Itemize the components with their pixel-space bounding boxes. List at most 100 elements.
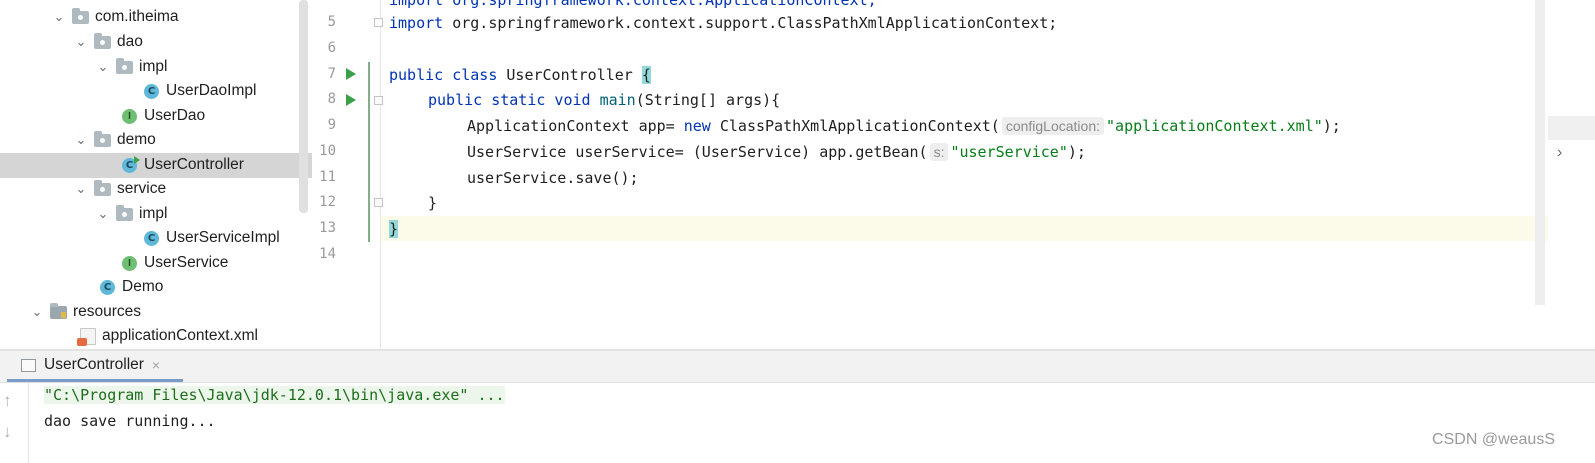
tree-item-label: applicationContext.xml: [102, 327, 258, 345]
keyword: public static void: [428, 91, 591, 109]
chevron-down-icon[interactable]: ⌄: [96, 206, 110, 222]
console-output-line: dao save running...: [44, 412, 216, 430]
line-number: 7: [327, 66, 336, 82]
matched-brace: }: [389, 220, 399, 238]
runnable-class-icon: C: [122, 155, 140, 173]
code-line-10: UserService userService= (UserService) a…: [467, 140, 1086, 164]
code-text: org.springframework.context.support.Clas…: [443, 14, 1058, 32]
arrow-up-icon[interactable]: ↑: [3, 391, 12, 411]
tree-item-label: UserController: [144, 156, 244, 174]
string-literal: "userService": [950, 143, 1068, 161]
package-icon: [116, 57, 133, 74]
watermark: CSDN @weausS: [1432, 431, 1555, 448]
chevron-down-icon[interactable]: ⌄: [96, 59, 110, 75]
run-tab-bar: UserController ×: [0, 351, 1595, 383]
code-line-12: }: [428, 191, 437, 215]
keyword: new: [683, 117, 711, 135]
editor-scrollbar[interactable]: [1535, 0, 1545, 305]
tree-item-label: impl: [139, 205, 168, 223]
package-icon: [94, 179, 111, 196]
code-line-13: }: [389, 217, 399, 241]
arrow-down-icon[interactable]: ↓: [3, 422, 12, 442]
chevron-down-icon[interactable]: ⌄: [74, 132, 88, 148]
line-number: 14: [319, 246, 336, 262]
resources-folder-icon: [50, 302, 67, 319]
package-icon: [94, 130, 111, 147]
tree-item-label: dao: [117, 33, 143, 51]
line-number: 11: [319, 169, 336, 185]
line-number: 5: [327, 14, 336, 30]
package-icon: [116, 204, 133, 221]
class-icon: C: [144, 230, 159, 246]
tab-usercontroller[interactable]: UserController ×: [7, 351, 183, 382]
editor-side-panel-tab[interactable]: [1548, 116, 1595, 140]
tree-item-label: UserServiceImpl: [166, 229, 280, 247]
run-gutter-icon[interactable]: [346, 68, 356, 80]
package-icon: [72, 7, 89, 24]
line-number: 10: [319, 143, 336, 159]
tree-item-userdaoimpl[interactable]: C UserDaoImpl: [0, 79, 312, 104]
package-icon: [94, 32, 111, 49]
tree-item-userserviceimpl[interactable]: C UserServiceImpl: [0, 226, 312, 251]
keyword: public class: [389, 66, 498, 84]
code-line-11: userService.save();: [467, 166, 639, 190]
tree-item-dao[interactable]: ⌄ dao: [0, 30, 312, 55]
code-editor[interactable]: import org.springframework.context.Appli…: [381, 0, 1549, 349]
tree-item-userdao[interactable]: I UserDao: [0, 104, 312, 129]
class-icon: C: [144, 83, 159, 99]
code-text: }: [428, 194, 438, 212]
project-tree[interactable]: ⌄ com.itheima ⌄ dao ⌄ impl C UserDaoImpl…: [0, 0, 313, 349]
tree-scrollbar[interactable]: [299, 0, 308, 213]
line-number: 13: [319, 220, 336, 236]
chevron-right-icon[interactable]: ›: [1557, 144, 1562, 162]
close-icon[interactable]: ×: [152, 357, 160, 373]
tab-label: UserController: [44, 356, 144, 373]
tree-item-label: service: [117, 180, 167, 198]
editor-gutter[interactable]: 4 5 6 7 8 9 10 11 12 13 14: [312, 0, 381, 349]
console-output[interactable]: ↑ ↓ "C:\Program Files\Java\jdk-12.0.1\bi…: [0, 383, 1595, 463]
code-text: );: [1322, 117, 1341, 135]
chevron-down-icon[interactable]: ⌄: [74, 34, 88, 50]
chevron-down-icon[interactable]: ⌄: [30, 304, 44, 320]
code-text: import org.springframework.context.Appli…: [389, 0, 877, 9]
tree-item-userservice[interactable]: I UserService: [0, 251, 312, 276]
matched-brace: {: [641, 66, 651, 84]
console-command-line: "C:\Program Files\Java\jdk-12.0.1\bin\ja…: [44, 386, 505, 404]
xml-file-icon: [77, 327, 96, 346]
tree-item-demo-class[interactable]: C Demo: [0, 275, 312, 300]
tree-item-dao-impl[interactable]: ⌄ impl: [0, 55, 312, 80]
tree-item-label: demo: [117, 131, 156, 149]
tree-item-resources[interactable]: ⌄ resources: [0, 300, 312, 325]
code-text: ClassPathXmlApplicationContext(: [710, 117, 1000, 135]
code-text: userService.save();: [467, 169, 639, 187]
run-gutter-icon[interactable]: [346, 94, 356, 106]
code-text: ApplicationContext app=: [467, 117, 684, 135]
code-line-7: public class UserController {: [389, 63, 651, 87]
tree-item-demo[interactable]: ⌄ demo: [0, 128, 312, 153]
class-name: UserController: [497, 66, 642, 84]
tree-item-service[interactable]: ⌄ service: [0, 177, 312, 202]
tree-item-label: com.itheima: [95, 8, 179, 26]
tree-item-service-impl[interactable]: ⌄ impl: [0, 202, 312, 227]
tree-item-label: UserDaoImpl: [166, 82, 257, 100]
interface-icon: I: [122, 255, 137, 271]
method-name: main: [599, 91, 636, 109]
tree-item-label: resources: [73, 303, 142, 321]
tree-item-label: impl: [139, 58, 168, 76]
code-line-8: public static void main(String[] args){: [428, 88, 780, 112]
parameter-hint: s:: [929, 143, 949, 161]
tree-item-applicationcontext-xml[interactable]: applicationContext.xml: [0, 324, 312, 349]
tree-item-usercontroller[interactable]: C UserController: [0, 153, 312, 178]
parameter-hint: configLocation:: [1001, 117, 1105, 135]
class-icon: C: [100, 279, 115, 295]
line-number: 12: [319, 194, 336, 210]
console-toolbar: ↑ ↓: [0, 383, 29, 463]
chevron-down-icon[interactable]: ⌄: [52, 9, 66, 25]
line-number: 9: [327, 117, 336, 133]
keyword: import: [389, 14, 444, 32]
tree-item-com-itheima[interactable]: ⌄ com.itheima: [0, 5, 312, 30]
chevron-down-icon[interactable]: ⌄: [74, 181, 88, 197]
line-number: 4: [312, 0, 336, 3]
line-number: 6: [327, 40, 336, 56]
tree-item-label: Demo: [122, 278, 164, 296]
